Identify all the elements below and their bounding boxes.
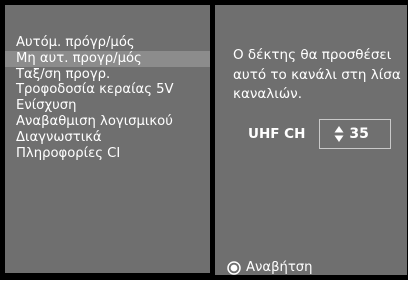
menu-item-manual-tuning[interactable]: Μη αυτ. προγρ/μός — [5, 50, 210, 67]
channel-label: UHF CH — [248, 126, 306, 142]
menu-item-auto-tuning[interactable]: Αυτόμ. πρόγρ/μός — [5, 35, 210, 51]
channel-stepper[interactable]: 35 — [319, 119, 392, 149]
menu-item-booster[interactable]: Ενίσχυση — [5, 98, 210, 114]
info-message: Ο δέκτης θα προσθέσει αυτό το κανάλι στη… — [233, 47, 401, 102]
update-label: Αναβήτση — [246, 260, 313, 275]
radio-selected-icon — [227, 260, 241, 275]
setup-menu-list: Αυτόμ. πρόγρ/μός Μη αυτ. προγρ/μός Ταξ/σ… — [5, 35, 210, 161]
channel-selector-row: UHF CH 35 — [248, 119, 392, 149]
menu-item-programme-edit[interactable]: Ταξ/ση προγρ. — [5, 67, 210, 83]
setup-menu-panel: Αυτόμ. πρόγρ/μός Μη αυτ. προγρ/μός Ταξ/σ… — [5, 5, 210, 273]
menu-item-ci-information[interactable]: Πληροφορίες CI — [5, 146, 210, 162]
up-down-arrows-icon[interactable] — [334, 125, 344, 143]
manual-tuning-panel: Ο δέκτης θα προσθέσει αυτό το κανάλι στη… — [215, 5, 407, 275]
update-button[interactable]: Αναβήτση — [227, 260, 313, 275]
tv-menu-screen: Αυτόμ. πρόγρ/μός Μη αυτ. προγρ/μός Ταξ/σ… — [0, 0, 408, 280]
menu-item-diagnostics[interactable]: Διαγνωστικά — [5, 130, 210, 146]
channel-value: 35 — [349, 126, 369, 142]
menu-item-antenna-power[interactable]: Τροφοδοσία κεραίας 5V — [5, 82, 210, 98]
menu-item-software-update[interactable]: Αναβαθμιση λογισμικού — [5, 114, 210, 130]
